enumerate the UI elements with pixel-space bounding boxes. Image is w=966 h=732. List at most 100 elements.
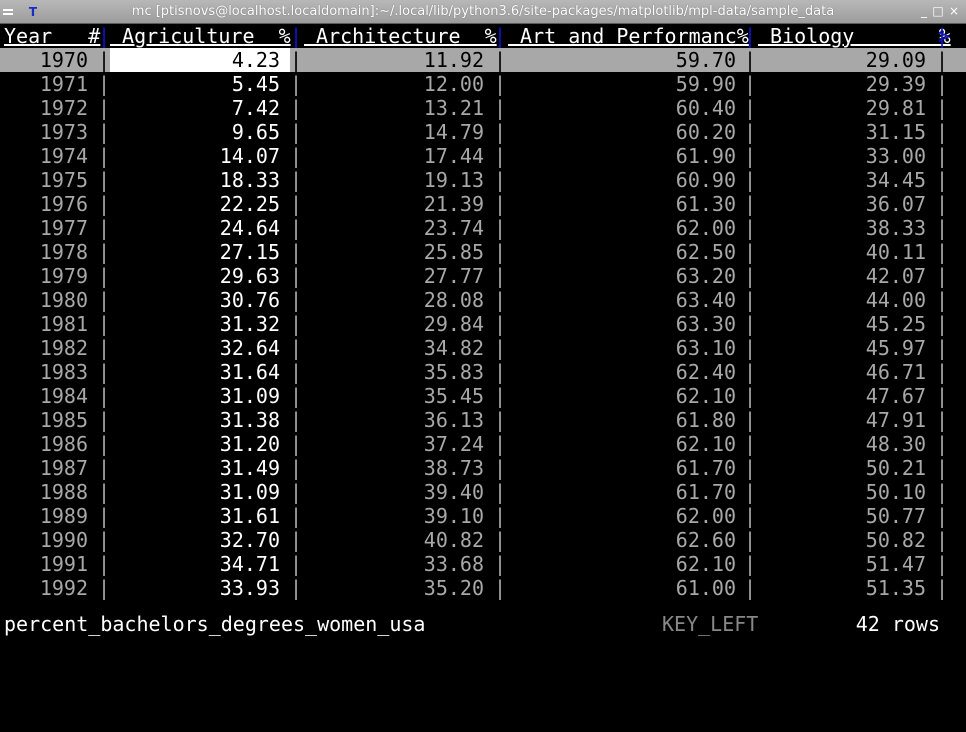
cell-year[interactable]: 1984 (4, 384, 88, 408)
cell-agriculture[interactable]: 31.38 (110, 408, 280, 432)
cell-year[interactable]: 1982 (4, 336, 88, 360)
cell-architecture[interactable]: 39.10 (304, 504, 484, 528)
cell-agriculture[interactable]: 31.09 (110, 384, 280, 408)
cell-agriculture[interactable]: 31.49 (110, 456, 280, 480)
table-row[interactable]: 1974 | 14.07 | 17.44 | 61.90 | 33.00 | (0, 144, 966, 168)
cell-biology[interactable]: 33.00 (758, 144, 926, 168)
terminal-area[interactable]: Year # | Agriculture % | Architecture % … (0, 24, 966, 636)
column-header-biology[interactable]: Biology % (758, 24, 951, 48)
cell-agriculture[interactable]: 9.65 (110, 120, 280, 144)
cell-year[interactable]: 1975 (4, 168, 88, 192)
cell-art-and-performance[interactable]: 63.30 (508, 312, 736, 336)
cell-architecture[interactable]: 39.40 (304, 480, 484, 504)
column-header-agriculture[interactable]: Agriculture % (110, 24, 291, 48)
cell-architecture[interactable]: 35.45 (304, 384, 484, 408)
cell-architecture[interactable]: 21.39 (304, 192, 484, 216)
cell-agriculture[interactable]: 31.20 (110, 432, 280, 456)
cell-architecture[interactable]: 12.00 (304, 72, 484, 96)
cell-year[interactable]: 1990 (4, 528, 88, 552)
cell-year[interactable]: 1979 (4, 264, 88, 288)
cell-agriculture[interactable]: 7.42 (110, 96, 280, 120)
cell-architecture[interactable]: 38.73 (304, 456, 484, 480)
cell-art-and-performance[interactable]: 61.00 (508, 576, 736, 600)
cell-biology[interactable]: 42.07 (758, 264, 926, 288)
window-titlebar[interactable]: T mc [ptisnovs@localhost.localdomain]:~/… (0, 0, 966, 24)
cell-art-and-performance[interactable]: 62.10 (508, 384, 736, 408)
cell-agriculture[interactable]: 5.45 (110, 72, 280, 96)
cell-architecture[interactable]: 35.83 (304, 360, 484, 384)
cell-year[interactable]: 1978 (4, 240, 88, 264)
cell-art-and-performance[interactable]: 61.70 (508, 480, 736, 504)
table-row[interactable]: 1975 | 18.33 | 19.13 | 60.90 | 34.45 | (0, 168, 966, 192)
table-row[interactable]: 1991 | 34.71 | 33.68 | 62.10 | 51.47 | (0, 552, 966, 576)
cell-architecture[interactable]: 14.79 (304, 120, 484, 144)
cell-biology[interactable]: 50.21 (758, 456, 926, 480)
cell-art-and-performance[interactable]: 60.90 (508, 168, 736, 192)
cell-year[interactable]: 1971 (4, 72, 88, 96)
table-row[interactable]: 1978 | 27.15 | 25.85 | 62.50 | 40.11 | (0, 240, 966, 264)
cell-year[interactable]: 1987 (4, 456, 88, 480)
cell-art-and-performance[interactable]: 59.70 (508, 48, 736, 72)
cell-biology[interactable]: 47.91 (758, 408, 926, 432)
cell-year[interactable]: 1991 (4, 552, 88, 576)
cell-art-and-performance[interactable]: 61.90 (508, 144, 736, 168)
cell-architecture[interactable]: 27.77 (304, 264, 484, 288)
table-row[interactable]: 1986 | 31.20 | 37.24 | 62.10 | 48.30 | (0, 432, 966, 456)
table-row[interactable]: 1972 | 7.42 | 13.21 | 60.40 | 29.81 | (0, 96, 966, 120)
table-row[interactable]: 1970 | 4.23 | 11.92 | 59.70 | 29.09 | (0, 48, 966, 72)
cell-biology[interactable]: 51.35 (758, 576, 926, 600)
close-icon[interactable]: × (948, 5, 960, 17)
table-row[interactable]: 1977 | 24.64 | 23.74 | 62.00 | 38.33 | (0, 216, 966, 240)
cell-art-and-performance[interactable]: 63.20 (508, 264, 736, 288)
cell-year[interactable]: 1974 (4, 144, 88, 168)
cell-agriculture[interactable]: 33.93 (110, 576, 280, 600)
cell-biology[interactable]: 36.07 (758, 192, 926, 216)
cell-agriculture[interactable]: 31.32 (110, 312, 280, 336)
cell-art-and-performance[interactable]: 60.20 (508, 120, 736, 144)
cell-art-and-performance[interactable]: 63.10 (508, 336, 736, 360)
cell-biology[interactable]: 29.81 (758, 96, 926, 120)
table-row[interactable]: 1981 | 31.32 | 29.84 | 63.30 | 45.25 | (0, 312, 966, 336)
cell-agriculture[interactable]: 22.25 (110, 192, 280, 216)
cell-biology[interactable]: 45.97 (758, 336, 926, 360)
cell-agriculture[interactable]: 18.33 (110, 168, 280, 192)
cell-architecture[interactable]: 13.21 (304, 96, 484, 120)
cell-architecture[interactable]: 17.44 (304, 144, 484, 168)
cell-year[interactable]: 1981 (4, 312, 88, 336)
cell-biology[interactable]: 29.39 (758, 72, 926, 96)
cell-biology[interactable]: 50.10 (758, 480, 926, 504)
cell-year[interactable]: 1988 (4, 480, 88, 504)
cell-art-and-performance[interactable]: 60.40 (508, 96, 736, 120)
cell-art-and-performance[interactable]: 62.50 (508, 240, 736, 264)
maximize-icon[interactable]: □ (932, 5, 944, 17)
cell-biology[interactable]: 38.33 (758, 216, 926, 240)
cell-architecture[interactable]: 11.92 (304, 48, 484, 72)
cell-year[interactable]: 1977 (4, 216, 88, 240)
cell-agriculture[interactable]: 24.64 (110, 216, 280, 240)
cell-agriculture[interactable]: 34.71 (110, 552, 280, 576)
cell-agriculture[interactable]: 29.63 (110, 264, 280, 288)
table-row[interactable]: 1989 | 31.61 | 39.10 | 62.00 | 50.77 | (0, 504, 966, 528)
cell-biology[interactable]: 50.77 (758, 504, 926, 528)
cell-art-and-performance[interactable]: 61.70 (508, 456, 736, 480)
column-header-architecture[interactable]: Architecture % (304, 24, 497, 48)
cell-agriculture[interactable]: 4.23 (110, 48, 280, 72)
cell-biology[interactable]: 29.09 (758, 48, 926, 72)
cell-biology[interactable]: 48.30 (758, 432, 926, 456)
cell-year[interactable]: 1973 (4, 120, 88, 144)
cell-year[interactable]: 1970 (4, 48, 88, 72)
cell-biology[interactable]: 51.47 (758, 552, 926, 576)
cell-art-and-performance[interactable]: 62.00 (508, 504, 736, 528)
cell-year[interactable]: 1986 (4, 432, 88, 456)
cell-art-and-performance[interactable]: 62.40 (508, 360, 736, 384)
cell-agriculture[interactable]: 32.70 (110, 528, 280, 552)
cell-architecture[interactable]: 36.13 (304, 408, 484, 432)
cell-art-and-performance[interactable]: 62.10 (508, 432, 736, 456)
table-row[interactable]: 1982 | 32.64 | 34.82 | 63.10 | 45.97 | (0, 336, 966, 360)
table-row[interactable]: 1984 | 31.09 | 35.45 | 62.10 | 47.67 | (0, 384, 966, 408)
cell-biology[interactable]: 50.82 (758, 528, 926, 552)
cell-architecture[interactable]: 28.08 (304, 288, 484, 312)
cell-architecture[interactable]: 19.13 (304, 168, 484, 192)
cell-agriculture[interactable]: 31.64 (110, 360, 280, 384)
cell-year[interactable]: 1985 (4, 408, 88, 432)
